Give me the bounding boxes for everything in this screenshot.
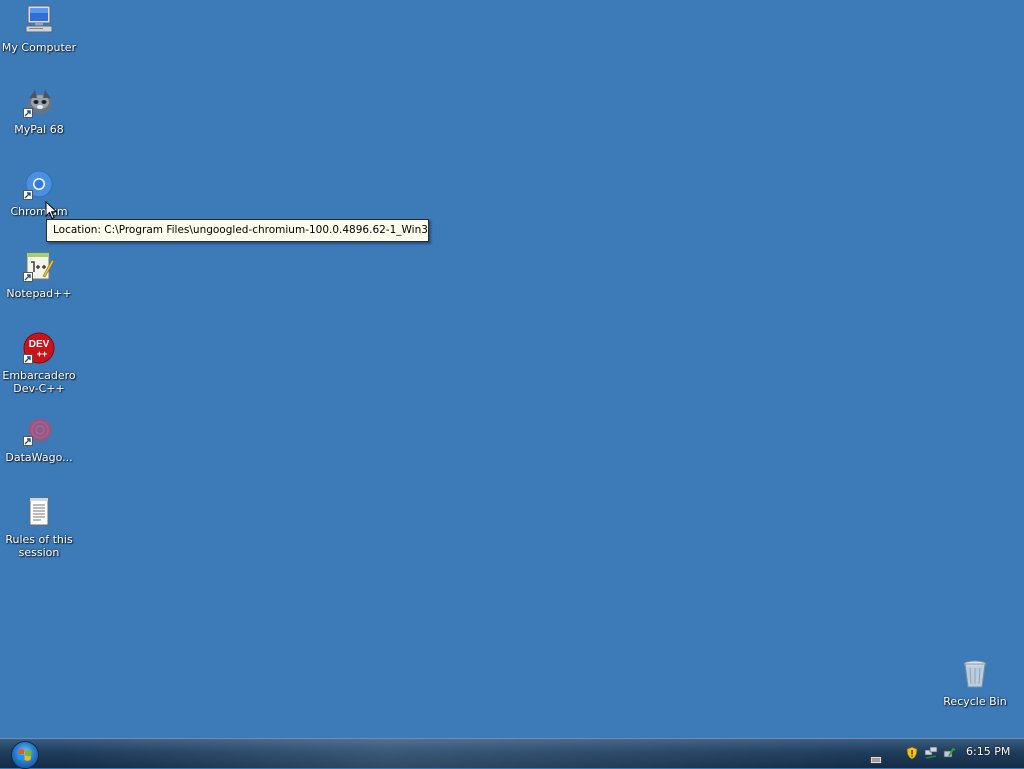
desktop-icon-my-computer[interactable]: My Computer <box>0 2 78 54</box>
chromium-icon <box>23 168 55 200</box>
security-shield-icon[interactable] <box>906 745 918 760</box>
shortcut-arrow-icon <box>23 436 33 446</box>
desktop-icon-label: Recycle Bin <box>943 695 1007 708</box>
desktop-icon-label: DataWago... <box>5 451 73 464</box>
desktop-icon-label: Chromium <box>10 205 68 218</box>
datawagon-icon <box>23 414 55 446</box>
desktop-icon-mypal[interactable]: MyPal 68 <box>0 84 78 136</box>
computer-icon <box>23 4 55 36</box>
network-icon[interactable] <box>924 745 938 759</box>
desktop-icon-label: Embarcadero Dev-C++ <box>2 369 76 395</box>
shortcut-arrow-icon <box>23 108 33 118</box>
text-document-icon <box>23 496 55 528</box>
recycle-bin-icon <box>959 658 991 690</box>
shortcut-arrow-icon <box>23 272 33 282</box>
devcpp-icon: DEV ++ <box>23 332 55 364</box>
mypal-icon <box>23 86 55 118</box>
desktop-icon-recycle-bin[interactable]: Recycle Bin <box>936 656 1014 708</box>
desktop[interactable]: My Computer MyPal 68 Chromium Notepad++ … <box>0 0 1024 738</box>
desktop-icon-devcpp[interactable]: DEV ++ Embarcadero Dev-C++ <box>0 330 78 395</box>
windows-start-orb-icon[interactable] <box>11 741 39 769</box>
shortcut-arrow-icon <box>23 190 33 200</box>
desktop-icon-label: My Computer <box>1 41 77 54</box>
desktop-icon-datawagon[interactable]: DataWago... <box>0 412 78 464</box>
devcpp-badge-line2: ++ <box>37 349 48 359</box>
desktop-icon-label: MyPal 68 <box>14 123 64 136</box>
taskbar-highlight <box>60 739 880 768</box>
location-tooltip: Location: C:\Program Files\ungoogled-chr… <box>46 219 429 242</box>
desktop-icon-label: Notepad++ <box>6 287 72 300</box>
taskbar-clock[interactable]: 6:15 PM <box>966 745 1010 759</box>
safely-remove-icon[interactable] <box>942 745 956 759</box>
mouse-cursor-icon <box>45 200 59 221</box>
notepadpp-icon <box>23 250 55 282</box>
desktop-icon-notepadpp[interactable]: Notepad++ <box>0 248 78 300</box>
desktop-icon-rules[interactable]: Rules of this session <box>0 494 78 559</box>
keyboard-icon[interactable] <box>870 749 882 764</box>
shortcut-arrow-icon <box>23 354 33 364</box>
desktop-icon-label: Rules of this session <box>5 533 73 559</box>
desktop-icon-chromium[interactable]: Chromium <box>0 166 78 218</box>
